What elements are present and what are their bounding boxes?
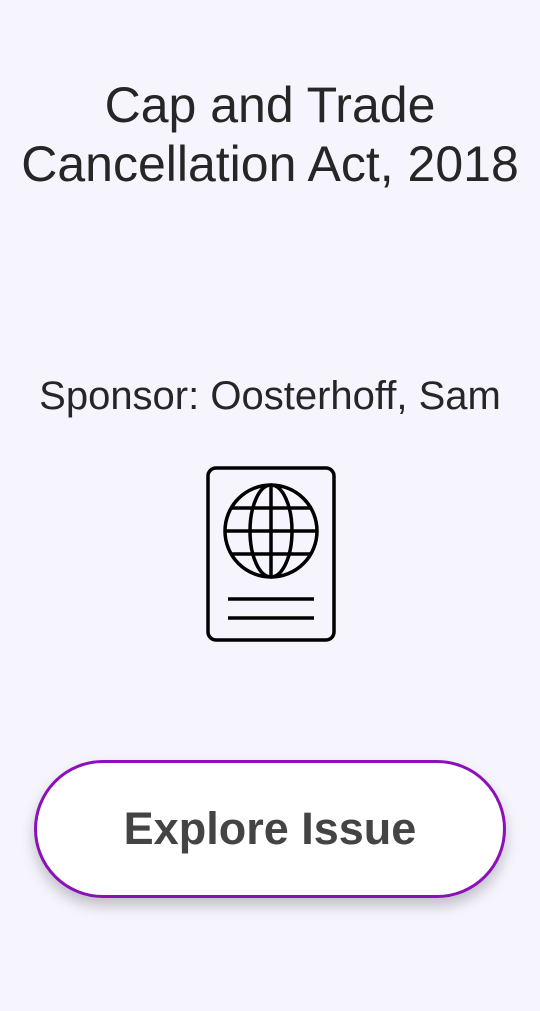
issue-title: Cap and Trade Cancellation Act, 2018 — [21, 77, 519, 192]
explore-issue-button[interactable]: Explore Issue — [34, 760, 506, 898]
sponsor-label: Sponsor: Oosterhoff, Sam — [39, 374, 501, 418]
passport-icon — [206, 466, 337, 643]
